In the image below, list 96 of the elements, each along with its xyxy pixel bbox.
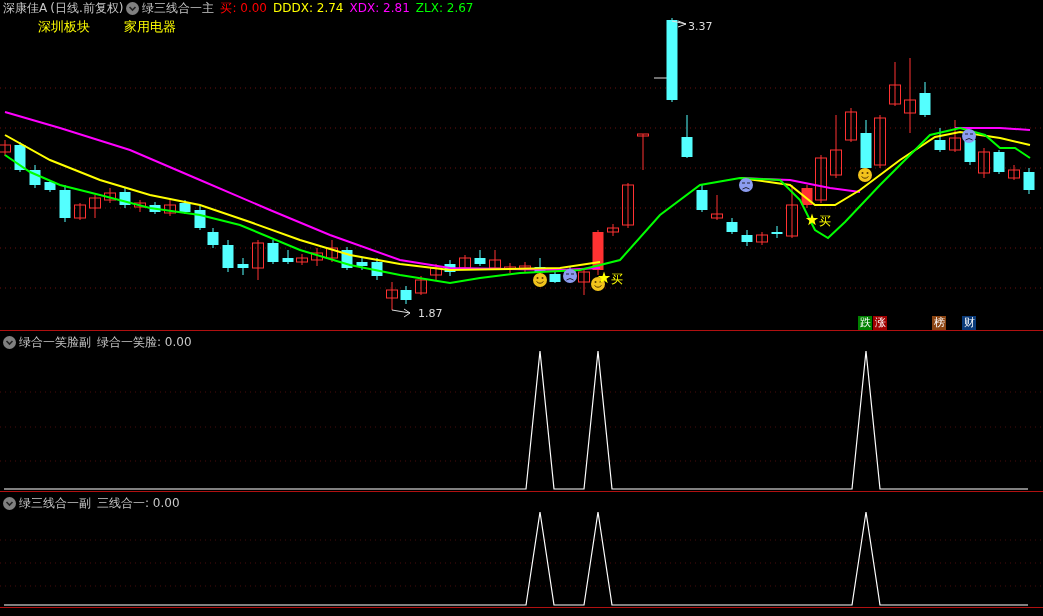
leader-line	[391, 308, 411, 318]
smiley-icon	[858, 168, 872, 182]
indicator-value: XDX: 2.81	[349, 0, 410, 16]
candlestick	[119, 187, 131, 209]
chart-period: (日线.前复权)	[50, 0, 124, 16]
tag-badge[interactable]: 涨	[873, 316, 887, 330]
candlestick	[711, 194, 723, 221]
candlestick	[89, 194, 101, 219]
candlestick	[978, 147, 990, 179]
candlestick	[889, 61, 901, 107]
candlestick	[207, 227, 219, 249]
candlestick	[74, 202, 86, 221]
candlestick	[371, 257, 383, 281]
candlestick	[786, 184, 798, 239]
frown-icon	[563, 269, 577, 283]
leader-line	[671, 20, 687, 28]
star-icon	[597, 271, 611, 284]
high-price-label: 3.37	[688, 20, 713, 33]
candlestick	[1023, 167, 1035, 195]
candlestick	[934, 127, 946, 153]
candlestick	[771, 225, 783, 239]
indicator-value: 三线合一: 0.00	[97, 495, 180, 511]
candlestick	[430, 263, 442, 281]
candlestick	[296, 253, 308, 266]
candlestick	[0, 139, 11, 157]
candlestick	[149, 201, 161, 215]
buy-signal-label: 买	[611, 272, 623, 286]
candlestick	[489, 249, 501, 271]
sector-label[interactable]: 家用电器	[124, 19, 176, 35]
indicator-value: DDDX: 2.74	[273, 0, 344, 16]
candlestick	[504, 262, 516, 274]
indicator-value: ZLX: 2.67	[415, 0, 474, 16]
candlestick	[474, 249, 486, 267]
candlestick	[830, 114, 842, 179]
dropdown-icon[interactable]	[126, 1, 140, 15]
candlestick	[29, 164, 41, 189]
smiley-icon	[533, 273, 547, 287]
candlestick	[341, 246, 353, 271]
candlestick	[860, 119, 872, 171]
dropdown-icon[interactable]	[3, 496, 16, 510]
candlestick	[252, 239, 264, 281]
frown-icon	[962, 129, 976, 143]
tag-badge[interactable]: 跌	[858, 316, 872, 330]
candlestick	[134, 199, 146, 213]
candlestick	[164, 199, 176, 217]
indicator-name: 绿三线合一主	[142, 0, 215, 16]
indicator-value: 绿合一笑脸: 0.00	[97, 334, 192, 350]
indicator-value: 买: 0.00	[220, 0, 267, 16]
candlestick	[237, 257, 249, 276]
candlestick	[949, 119, 961, 153]
candlestick	[607, 223, 619, 237]
candlestick	[578, 269, 590, 296]
candlestick	[179, 199, 191, 215]
candlestick	[386, 281, 398, 311]
candlestick	[741, 229, 753, 247]
candlestick	[801, 184, 813, 209]
candlestick	[726, 217, 738, 235]
tag-badge[interactable]: 财	[962, 316, 976, 330]
candlestick	[104, 187, 116, 204]
tag-badge[interactable]: 榜	[932, 316, 946, 330]
candlestick	[415, 275, 427, 296]
candlestick	[519, 261, 531, 273]
candlestick	[993, 149, 1005, 175]
star-icon	[805, 213, 819, 226]
candlestick	[444, 259, 456, 277]
candlestick	[681, 114, 693, 159]
frown-icon	[739, 178, 753, 192]
candlestick	[14, 141, 26, 173]
candlestick	[1008, 164, 1020, 181]
candlestick	[919, 81, 931, 118]
candlestick	[311, 247, 323, 267]
indicator-name: 绿合一笑脸副	[19, 334, 91, 350]
candlestick	[549, 271, 561, 284]
stock-name: 深康佳A	[3, 0, 48, 16]
candlestick	[845, 107, 857, 143]
candlestick	[222, 239, 234, 273]
candlestick	[356, 257, 368, 271]
candlestick	[696, 184, 708, 213]
dropdown-icon[interactable]	[3, 335, 16, 349]
candlestick	[874, 114, 886, 169]
candlestick	[267, 239, 279, 265]
candlestick	[400, 285, 412, 305]
candlestick	[756, 231, 768, 246]
candlestick	[282, 249, 294, 265]
candlestick	[592, 229, 604, 276]
candlestick	[622, 182, 634, 229]
candlestick	[637, 133, 649, 171]
candlestick	[59, 184, 71, 223]
buy-signal-label: 买	[819, 214, 831, 228]
candlestick	[815, 154, 827, 204]
sector-label[interactable]: 深圳板块	[38, 19, 90, 35]
candlestick	[44, 179, 56, 193]
low-price-label: 1.87	[418, 307, 443, 320]
candlestick	[326, 239, 338, 263]
indicator-name: 绿三线合一副	[19, 495, 91, 511]
candlestick	[194, 205, 206, 231]
